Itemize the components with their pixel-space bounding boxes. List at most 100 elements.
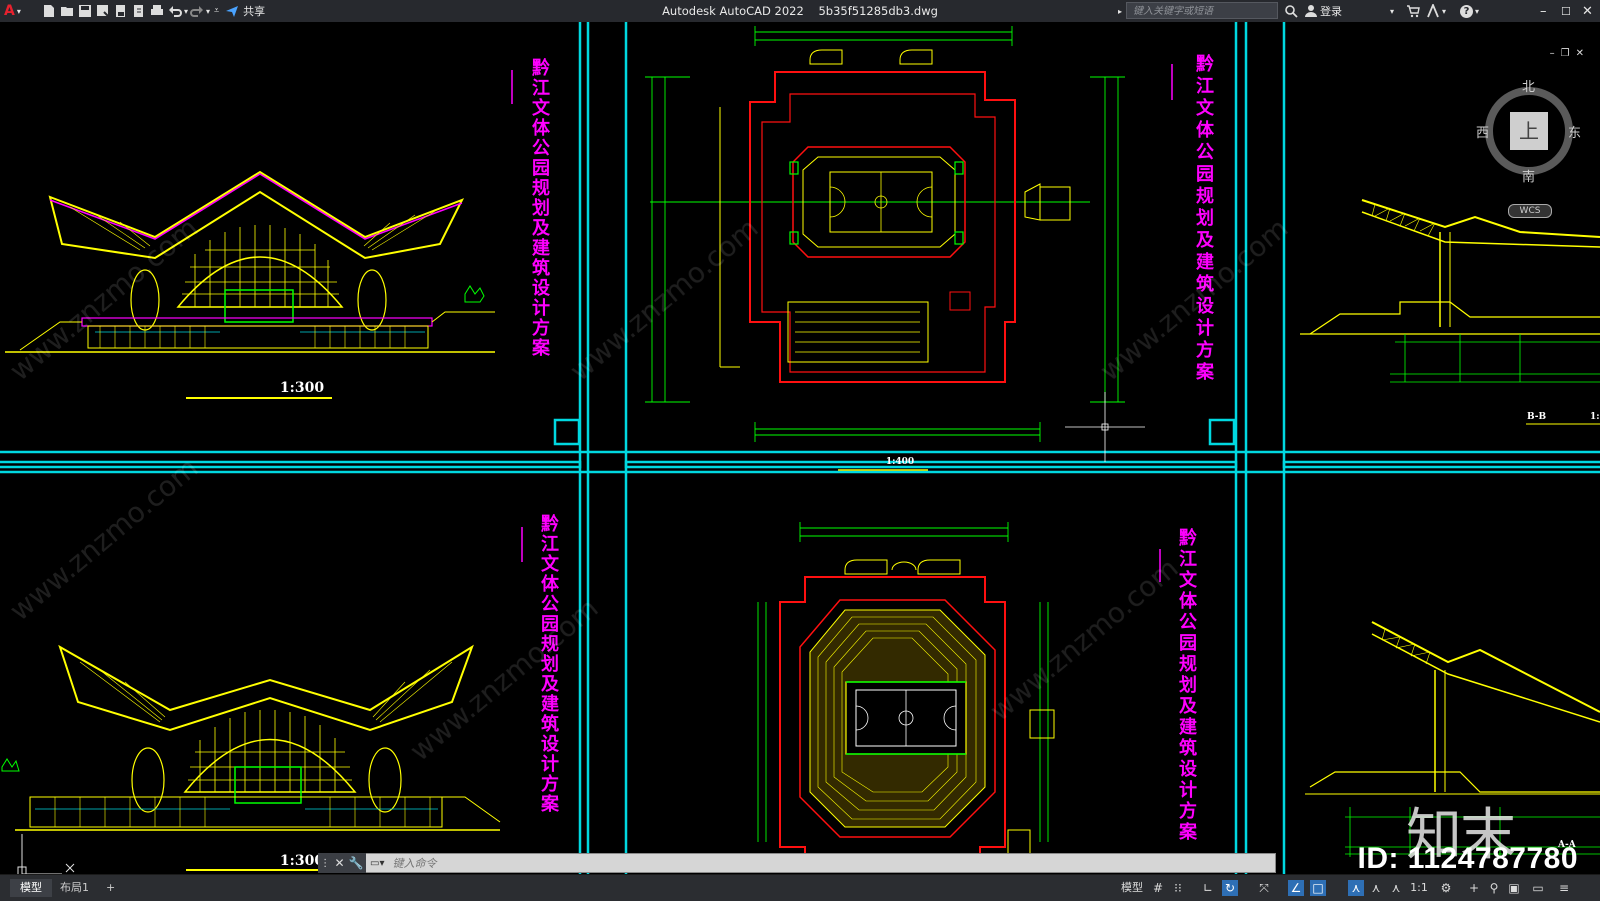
hardware-acceleration-icon[interactable]: ▣ [1506, 880, 1522, 896]
plot-icon[interactable] [150, 4, 164, 18]
autodesk-a-icon [1427, 4, 1439, 18]
search-expand-icon[interactable]: ▸ [1118, 0, 1122, 22]
svg-text:www.znzmo.com: www.znzmo.com [1093, 211, 1294, 387]
customize-menu-icon[interactable]: ≡ [1556, 880, 1572, 896]
polar-icon[interactable]: ↻ [1222, 880, 1238, 896]
autodesk-app-store-button[interactable] [1404, 0, 1422, 22]
wcs-menu[interactable]: WCS [1508, 204, 1552, 218]
chevron-down-icon[interactable]: ▾ [1390, 0, 1394, 22]
quick-access-toolbar: ▾ ▾ ⩡ 共享 [40, 0, 265, 22]
share-button[interactable]: 共享 [243, 3, 265, 19]
chevron-down-icon: ▾ [16, 6, 21, 16]
app-title: Autodesk AutoCAD 2022 [662, 4, 804, 18]
cad-drawing[interactable]: 1:300 1:300 1:400 B-B 1: A-A 黔江文体公园规划及建筑… [0, 22, 1600, 874]
close-icon[interactable]: ✕ [334, 856, 344, 870]
command-prompt: ▭▾ [370, 855, 995, 871]
chevron-down-icon: ▾ [1442, 6, 1447, 16]
scale-label-top: 1:300 [280, 380, 324, 396]
scale-selector[interactable]: 1:1 [1408, 880, 1430, 896]
watermark-id: ID: 1124787780 [1357, 842, 1578, 874]
search-input[interactable]: 键入关键字或短语 [1126, 2, 1278, 19]
viewcube-top-face[interactable]: 上 [1510, 112, 1548, 150]
app-menu-button[interactable]: A ▾ [4, 0, 21, 22]
chevron-down-icon[interactable]: ▾ [206, 7, 210, 16]
snap-icon[interactable]: ⁝⁝ [1170, 880, 1186, 896]
viewcube-east[interactable]: 东 [1568, 122, 1581, 141]
osnap-icon[interactable]: □ [1310, 880, 1326, 896]
autocad-logo-icon: A [4, 3, 15, 19]
viewcube[interactable]: 北 南 东 西 上 [1476, 80, 1581, 185]
search-icon [1285, 5, 1298, 18]
maximize-button[interactable]: ☐ [1561, 0, 1571, 22]
minimize-button[interactable]: – [1540, 0, 1547, 22]
grid-icon[interactable]: # [1150, 880, 1166, 896]
wrench-icon[interactable]: 🔧 [349, 856, 364, 870]
open-from-web-icon[interactable] [114, 4, 128, 18]
command-input[interactable] [390, 855, 995, 871]
plan-scale-label-top: 1:400 [886, 457, 914, 467]
minimize-icon: – [1540, 3, 1547, 19]
svg-text:www.znzmo.com: www.znzmo.com [563, 211, 764, 387]
ortho-icon[interactable]: ∟ [1200, 880, 1216, 896]
viewcube-west[interactable]: 西 [1476, 122, 1489, 141]
save-as-icon[interactable] [96, 4, 110, 18]
close-icon: ✕ [1582, 3, 1593, 19]
gear-icon[interactable]: ⚙ [1438, 880, 1454, 896]
annotation-scale-icon[interactable]: ⋏ [1388, 880, 1404, 896]
svg-text:www.znzmo.com: www.znzmo.com [3, 451, 204, 627]
drawing-canvas[interactable]: –❐✕ 1:300 1:300 1:400 B-B 1: A-A 黔江文体公园规… [0, 22, 1600, 874]
user-icon [1305, 5, 1317, 17]
search-button[interactable] [1282, 0, 1300, 22]
frame-top-left [0, 22, 582, 469]
auto-scale-icon[interactable]: ⋏ [1368, 880, 1384, 896]
elevation-top: 1:300 [5, 70, 513, 399]
model-space-button[interactable]: 模型 [1118, 880, 1146, 896]
isolate-icon[interactable]: ⚲ [1486, 880, 1502, 896]
vertical-title-top-left: 黔江文体公园规划及建筑设计方案 [531, 57, 551, 359]
tab-layout1[interactable]: 布局1 [50, 879, 99, 897]
file-name: 5b35f51285db3.dwg [818, 4, 938, 18]
annotation-visibility-icon[interactable]: ⋏ [1348, 880, 1364, 896]
status-bar: 模型 布局1 + 模型 # ⁝⁝ ∟ ↻ ⤧ ∠ □ ⋏ ⋏ ⋏ 1:1 ⚙ +… [0, 874, 1600, 901]
help-button[interactable]: ? ▾ [1460, 0, 1479, 22]
save-to-web-icon[interactable] [132, 4, 146, 18]
command-line-controls: ⋮ ✕ 🔧 [318, 853, 366, 873]
plus-icon[interactable]: + [1466, 880, 1482, 896]
new-file-icon[interactable] [42, 4, 56, 18]
section-bb-label: B-B [1527, 412, 1547, 422]
redo-icon[interactable] [190, 4, 204, 18]
share-icon[interactable] [225, 4, 239, 18]
vertical-title-top-middle: 黔江文体公园规划及建筑设计方案 [1195, 53, 1215, 383]
close-button[interactable]: ✕ [1582, 0, 1593, 22]
chevron-down-icon[interactable]: ▾ [184, 7, 188, 16]
clean-screen-icon[interactable]: ▭ [1530, 880, 1546, 896]
floor-plan-bottom [757, 522, 1161, 873]
save-icon[interactable] [78, 4, 92, 18]
section-bb: B-B 1:3 [1300, 199, 1600, 425]
ucs-icon [17, 834, 75, 874]
recent-commands-icon[interactable]: ▭▾ [370, 858, 384, 869]
svg-text:www.znzmo.com: www.znzmo.com [3, 211, 204, 387]
login-label: 登录 [1320, 5, 1342, 18]
autodesk-account-button[interactable]: ▾ [1424, 0, 1446, 22]
maximize-icon: ☐ [1561, 4, 1571, 18]
chevron-down-icon: ▾ [1475, 6, 1480, 16]
grip-icon[interactable]: ⋮ [320, 858, 330, 869]
add-layout-button[interactable]: + [96, 879, 125, 897]
section-scale-partial: 1:3 [1590, 412, 1600, 422]
viewcube-north[interactable]: 北 [1522, 76, 1535, 95]
tab-model[interactable]: 模型 [10, 879, 52, 897]
svg-text:www.znzmo.com: www.znzmo.com [403, 591, 604, 767]
svg-text:www.znzmo.com: www.znzmo.com [983, 551, 1184, 727]
undo-icon[interactable] [168, 4, 182, 18]
title-bar: A ▾ ▾ ▾ ⩡ 共享 Autodesk AutoCAD 2022 5b35f… [0, 0, 1600, 23]
viewcube-south[interactable]: 南 [1522, 166, 1535, 185]
open-folder-icon[interactable] [60, 4, 74, 18]
osnap-tracking-icon[interactable]: ∠ [1288, 880, 1304, 896]
isodraft-icon[interactable]: ⤧ [1256, 880, 1272, 896]
customize-toolbar-icon[interactable]: ⩡ [214, 6, 219, 16]
login-button[interactable]: 登录 [1302, 0, 1342, 22]
cart-icon [1407, 5, 1420, 18]
help-icon: ? [1460, 4, 1473, 18]
watermark-pattern: www.znzmo.com www.znzmo.com www.znzmo.co… [3, 211, 1294, 767]
